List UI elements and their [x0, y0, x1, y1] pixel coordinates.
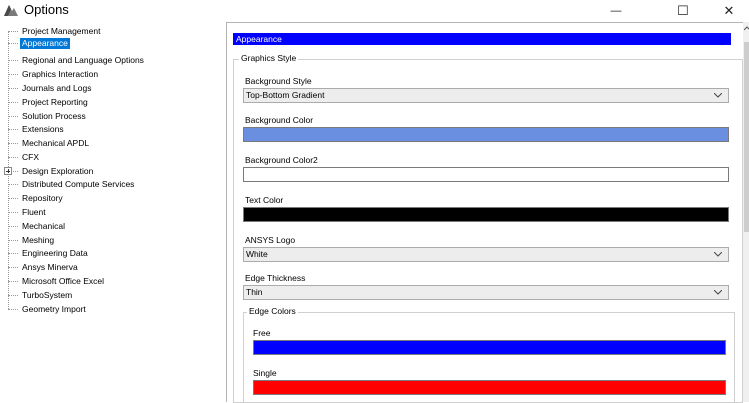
- tree-item-label: Project Reporting: [22, 97, 88, 107]
- section-header: Appearance: [233, 33, 731, 45]
- edge-colors-legend: Edge Colors: [247, 306, 298, 316]
- tree-item-label: Mechanical APDL: [22, 138, 90, 148]
- single-edge-color-label: Single: [253, 368, 277, 378]
- tree-item-label: Geometry Import: [22, 304, 86, 314]
- tree-item-label: Design Exploration: [22, 166, 94, 176]
- background-color-swatch[interactable]: [243, 127, 729, 142]
- text-color-label: Text Color: [245, 195, 284, 205]
- background-style-label: Background Style: [245, 76, 312, 86]
- tree-item-label: Solution Process: [22, 111, 86, 121]
- edge-thickness-label: Edge Thickness: [245, 273, 306, 283]
- tree-item-label: Distributed Compute Services: [22, 179, 135, 189]
- scrollbar-thumb[interactable]: [744, 42, 749, 232]
- tree-item-label: Meshing: [22, 235, 55, 245]
- tree-item-label: TurboSystem: [22, 290, 73, 300]
- chevron-down-icon: [714, 290, 722, 295]
- tree-item-label: Ansys Minerva: [22, 262, 78, 272]
- background-color-label: Background Color: [245, 115, 314, 125]
- vertical-scrollbar[interactable]: [743, 22, 749, 402]
- background-color2-label: Background Color2: [245, 155, 318, 165]
- tree-item-label: Regional and Language Options: [22, 55, 144, 65]
- tree-item-label: Engineering Data: [22, 248, 88, 258]
- tree-item-label: Project Management: [22, 26, 101, 36]
- minimize-button[interactable]: —: [596, 0, 636, 22]
- expand-plus-icon[interactable]: [4, 167, 12, 175]
- scroll-up-arrow-icon[interactable]: [744, 26, 749, 31]
- title-bar[interactable]: Options — ☐ ✕: [0, 0, 749, 22]
- background-style-dropdown[interactable]: Top-Bottom Gradient: [243, 88, 729, 103]
- settings-panel: Appearance Graphics Style Background Sty…: [226, 22, 749, 403]
- options-tree[interactable]: Project Management Appearance Regional a…: [0, 26, 222, 402]
- maximize-icon: ☐: [677, 3, 689, 18]
- ansys-logo-label: ANSYS Logo: [245, 235, 296, 245]
- graphics-style-legend: Graphics Style: [239, 53, 299, 63]
- background-style-value: Top-Bottom Gradient: [246, 90, 325, 100]
- background-color2-swatch[interactable]: [243, 167, 729, 182]
- tree-item-label: Repository: [22, 193, 63, 203]
- tree-item-label: CFX: [22, 152, 39, 162]
- tree-item-label: Journals and Logs: [22, 83, 92, 93]
- tree-item-label: Appearance: [20, 38, 70, 49]
- minimize-icon: —: [610, 5, 622, 17]
- tree-item-label: Fluent: [22, 207, 46, 217]
- edge-thickness-dropdown[interactable]: Thin: [243, 285, 729, 300]
- maximize-button[interactable]: ☐: [663, 0, 703, 22]
- text-color-swatch[interactable]: [243, 207, 729, 222]
- ansys-logo-value: White: [246, 249, 268, 259]
- tree-item-label: Mechanical: [22, 221, 65, 231]
- chevron-down-icon: [714, 93, 722, 98]
- single-edge-color-swatch[interactable]: [253, 380, 726, 395]
- tree-item-label: Extensions: [22, 124, 64, 134]
- close-icon: ✕: [723, 3, 735, 18]
- ansys-logo-dropdown[interactable]: White: [243, 247, 729, 262]
- free-edge-color-label: Free: [253, 328, 271, 338]
- tree-item-label: Graphics Interaction: [22, 69, 99, 79]
- chevron-down-icon: [714, 252, 722, 257]
- edge-thickness-value: Thin: [246, 287, 263, 297]
- close-button[interactable]: ✕: [709, 0, 749, 22]
- free-edge-color-swatch[interactable]: [253, 340, 726, 355]
- window-title: Options: [24, 2, 69, 17]
- tree-item-label: Microsoft Office Excel: [22, 276, 105, 286]
- ansys-options-icon: [4, 5, 18, 16]
